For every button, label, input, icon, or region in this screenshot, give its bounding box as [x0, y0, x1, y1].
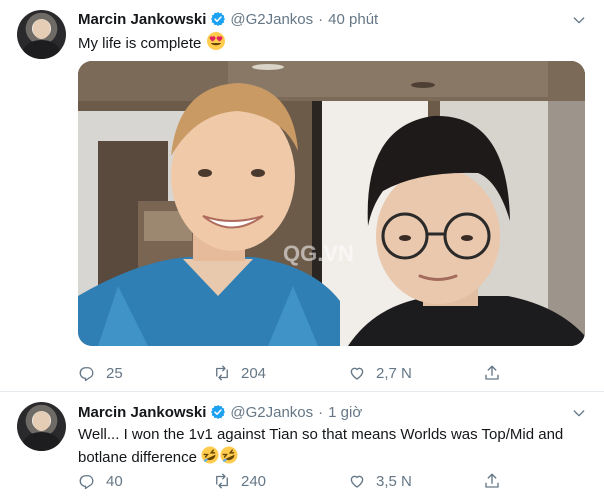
tweet[interactable]: Marcin Jankowski @G2Jankos · 40 phút My … — [0, 0, 604, 392]
avatar[interactable] — [17, 10, 66, 59]
share-button[interactable] — [483, 363, 511, 383]
tweet[interactable]: Marcin Jankowski @G2Jankos · 1 giờ Well.… — [0, 392, 604, 500]
reply-button[interactable]: 25 — [78, 363, 123, 383]
tweet-text: Well... I won the 1v1 against Tian so th… — [78, 424, 578, 468]
photo-watermark: QG.VN — [283, 241, 354, 266]
like-button[interactable]: 2,7 N — [348, 363, 412, 383]
avatar-face — [33, 19, 50, 39]
chevron-down-icon[interactable] — [571, 12, 587, 28]
like-button[interactable]: 3,5 N — [348, 471, 412, 491]
chevron-down-icon[interactable] — [571, 405, 587, 421]
author-handle[interactable]: @G2Jankos — [230, 404, 313, 421]
tweet-timestamp[interactable]: 1 giờ — [328, 404, 362, 421]
heart-icon — [350, 475, 364, 488]
avatar-face — [33, 411, 50, 431]
reply-icon — [79, 367, 94, 382]
tweet-text-content: Well... I won the 1v1 against Tian so th… — [78, 426, 564, 466]
heart-eyes-emoji-icon — [206, 32, 225, 50]
separator-dot: · — [318, 10, 324, 28]
verified-badge-icon — [211, 12, 226, 26]
tweet-text: My life is complete — [78, 31, 578, 54]
share-icon — [485, 365, 499, 380]
tweet-header: Marcin Jankowski @G2Jankos · 40 phút — [78, 9, 378, 29]
retweet-icon — [216, 473, 228, 489]
photo-scene: QG.VN — [78, 61, 585, 346]
reply-count: 25 — [106, 364, 123, 382]
retweet-icon — [216, 365, 228, 381]
tweet-header: Marcin Jankowski @G2Jankos · 1 giờ — [78, 402, 362, 422]
verified-badge-icon — [211, 405, 226, 419]
author-name[interactable]: Marcin Jankowski — [78, 11, 206, 28]
tweet-text-content: My life is complete — [78, 35, 202, 52]
reply-icon — [79, 475, 94, 490]
share-button[interactable] — [483, 471, 511, 491]
tweet-photo[interactable]: QG.VN — [78, 61, 585, 346]
author-handle[interactable]: @G2Jankos — [230, 11, 313, 28]
tweet-actions: 40 240 3,5 N — [78, 471, 578, 491]
tweet-timestamp[interactable]: 40 phút — [328, 11, 378, 28]
rolling-laughing-emoji-icon — [201, 446, 238, 464]
reply-count: 40 — [106, 472, 123, 490]
author-name[interactable]: Marcin Jankowski — [78, 404, 206, 421]
tweet-actions: 25 204 2,7 N — [78, 363, 578, 383]
retweet-button[interactable]: 204 — [213, 363, 266, 383]
avatar[interactable] — [17, 402, 66, 451]
share-icon — [485, 473, 499, 488]
separator-dot: · — [318, 403, 324, 421]
retweet-count: 204 — [241, 364, 267, 382]
retweet-count: 240 — [241, 472, 267, 490]
heart-icon — [350, 367, 364, 380]
like-count: 2,7 N — [376, 364, 412, 382]
like-count: 3,5 N — [376, 472, 412, 490]
reply-button[interactable]: 40 — [78, 471, 123, 491]
retweet-button[interactable]: 240 — [213, 471, 266, 491]
avatar-shirt — [23, 40, 60, 59]
avatar-shirt — [23, 432, 60, 451]
